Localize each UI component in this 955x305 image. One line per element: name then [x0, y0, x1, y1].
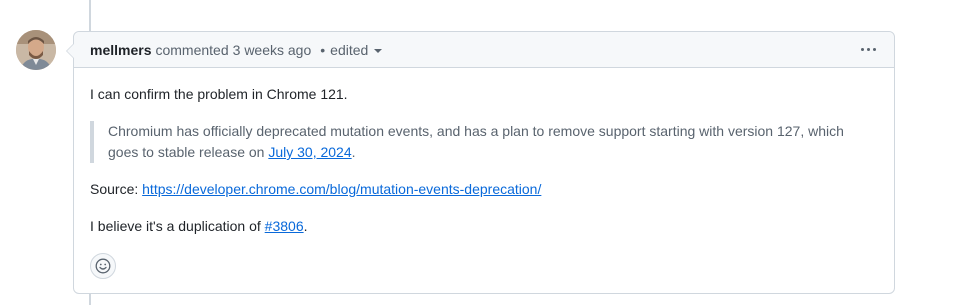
edited-label: edited	[330, 41, 369, 58]
action-text: commented	[155, 41, 229, 58]
comment-box: mellmers commented 3 weeks ago • edited …	[66, 31, 895, 294]
comment-body: I can confirm the problem in Chrome 121.…	[74, 68, 894, 237]
smiley-icon	[95, 258, 111, 274]
kebab-horizontal-icon[interactable]	[859, 44, 878, 55]
quote-text: Chromium has officially deprecated mutat…	[108, 123, 844, 160]
edited-dropdown[interactable]: edited	[330, 41, 383, 58]
comment-header: mellmers commented 3 weeks ago • edited	[74, 32, 894, 68]
body-paragraph: I can confirm the problem in Chrome 121.	[90, 86, 348, 102]
add-reaction-button[interactable]	[90, 253, 116, 279]
avatar-image	[16, 30, 56, 70]
blockquote: Chromium has officially deprecated mutat…	[90, 121, 878, 163]
chevron-down-icon	[374, 48, 383, 53]
source-link[interactable]: https://developer.chrome.com/blog/mutati…	[142, 181, 541, 197]
duplicate-paragraph: I believe it's a duplication of #3806.	[90, 218, 308, 234]
timestamp-link[interactable]: 3 weeks ago	[233, 42, 312, 58]
author-link[interactable]: mellmers	[90, 42, 151, 58]
quote-date-link[interactable]: July 30, 2024	[268, 144, 351, 160]
source-paragraph: Source: https://developer.chrome.com/blo…	[90, 181, 542, 197]
avatar[interactable]	[16, 30, 56, 70]
header-separator: •	[320, 41, 326, 58]
issue-link[interactable]: #3806	[265, 218, 304, 234]
